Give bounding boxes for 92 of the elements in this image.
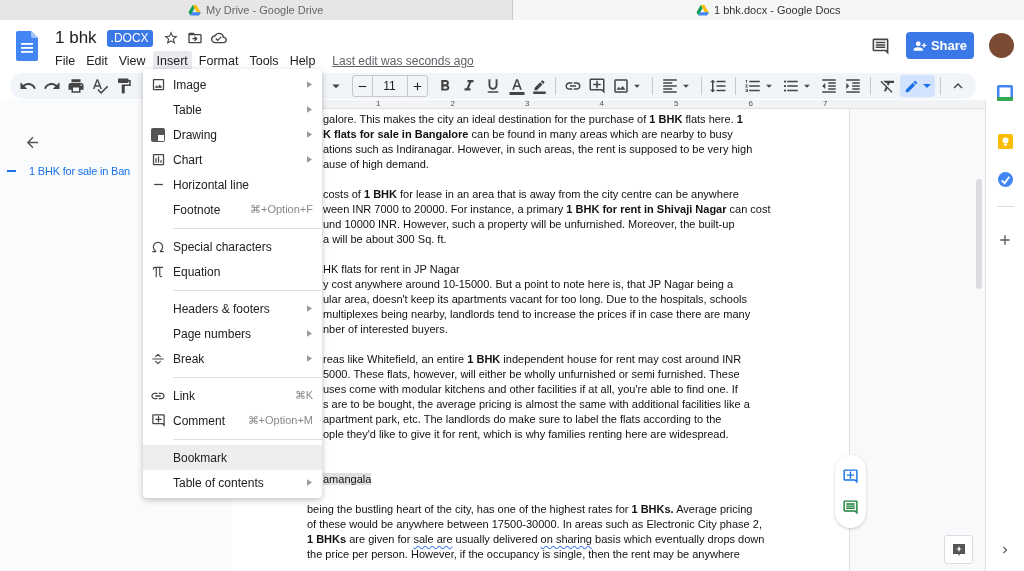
shortcut-label: ⌘K bbox=[294, 388, 313, 404]
body-text-line: s are to be bought, the average pricing is almost the same with additional facilities like a bbox=[323, 397, 750, 412]
caret-icon bbox=[923, 84, 932, 88]
body-text-line: ause of high demand. bbox=[323, 157, 429, 172]
menu-item[interactable]: Equation bbox=[143, 259, 322, 284]
body-text-line: nber of interested buyers. bbox=[323, 322, 448, 337]
drive-icon bbox=[695, 4, 709, 16]
calendar-icon[interactable] bbox=[997, 85, 1013, 101]
menu-bar-item[interactable]: View bbox=[114, 51, 150, 71]
browser-tab[interactable]: My Drive - Google Drive bbox=[0, 0, 513, 20]
menu-item[interactable]: Drawing bbox=[143, 122, 322, 147]
menu-item[interactable]: Comment ⌘+Option+M bbox=[143, 408, 322, 433]
body-text-line: of these would be anywhere between 17500-30000. In areas such as Electronic City phase 2, bbox=[307, 517, 762, 532]
omega-icon bbox=[151, 239, 165, 254]
ruler-number: 2 bbox=[450, 100, 456, 108]
body-text-line: being the bustling heart of the city, has one of the highest rates for 1 BHKs. Average pricing bbox=[307, 502, 753, 517]
suggest-edit-icon[interactable] bbox=[842, 498, 859, 516]
body-text-line: uses come with modular kitchens and other facilities if at all, you're able to find one. If bbox=[323, 382, 738, 397]
scrollbar[interactable] bbox=[976, 179, 982, 289]
body-text-line: 5000. These flats, however, will either be wholly unfurnished or semi furnished. These bbox=[323, 367, 740, 382]
check-icon[interactable] bbox=[997, 172, 1013, 187]
docs-logo-icon bbox=[16, 31, 38, 61]
ruler-number: 7 bbox=[823, 100, 829, 108]
body-text-line: costs of 1 BHK for lease in an area that is away from the city centre can be anywhere bbox=[323, 187, 739, 202]
add-comment-icon[interactable] bbox=[842, 467, 859, 485]
cloud-icon[interactable] bbox=[210, 30, 227, 46]
move-folder-icon[interactable] bbox=[186, 30, 203, 46]
share-button[interactable]: Share bbox=[906, 32, 974, 59]
page-break-icon bbox=[151, 351, 165, 366]
body-text-line: ople they'd like to give it for rent, which is why families renting here are widespread. bbox=[323, 427, 729, 442]
font-size-field[interactable]: 11 bbox=[372, 75, 407, 97]
menu-item[interactable]: Break bbox=[143, 346, 322, 371]
body-text-line: apartment park, etc. The landlords do make sure to label the flats according to the bbox=[323, 412, 722, 427]
add-comment-icon bbox=[150, 413, 166, 428]
menu-bar-item[interactable]: Help bbox=[285, 51, 320, 71]
outline-heading[interactable]: 1 BHK for sale in Ban bbox=[29, 162, 130, 180]
menu-bar-item[interactable]: File bbox=[51, 51, 80, 71]
body-text-line: 1 BHKs are given for sale are usually delivered on sharing basis which eventually drops down bbox=[307, 532, 765, 547]
body-text-line: ular area, doesn't keep its apartments vacant for too long. Due to the hospitals, schools bbox=[323, 292, 747, 307]
shortcut-label: ⌘+Option+M bbox=[247, 413, 313, 429]
ruler-number: 1 bbox=[376, 100, 382, 108]
body-text-line: K flats for sale in Bangalore can be found in many areas which are nearby to busy bbox=[323, 127, 733, 142]
menu-bar-item[interactable]: Format bbox=[194, 51, 243, 71]
menu-item[interactable]: Chart bbox=[143, 147, 322, 172]
sparkle-comment-icon bbox=[951, 542, 966, 557]
body-text-line: HK flats for rent in JP Nagar bbox=[323, 262, 460, 277]
body-text-line: ations such as Indiranagar. However, in such areas, the rent is supposed to be very high bbox=[323, 142, 753, 157]
menu-item[interactable]: Table bbox=[143, 97, 322, 122]
menu-item[interactable]: Bookmark bbox=[143, 445, 322, 470]
body-text-line: a will be about 300 Sq. ft. bbox=[323, 232, 447, 247]
ruler-number: 3 bbox=[525, 100, 531, 108]
last-edit-link[interactable]: Last edit was seconds ago bbox=[332, 52, 474, 70]
add-icon[interactable] bbox=[997, 232, 1013, 248]
drawing-icon bbox=[151, 127, 165, 142]
menu-item[interactable]: Page numbers bbox=[143, 321, 322, 346]
menu-item[interactable]: Footnote ⌘+Option+F bbox=[143, 197, 322, 222]
body-text-line: multiplexes being nearby, landlords tend to increase the prices if in case there are many bbox=[323, 307, 751, 322]
chart-icon bbox=[150, 152, 166, 167]
menu-bar-item[interactable]: Edit bbox=[82, 51, 112, 71]
menu-item[interactable]: Table of contents bbox=[143, 470, 322, 495]
drive-icon bbox=[188, 4, 202, 16]
explore-button[interactable] bbox=[944, 535, 973, 564]
star-icon[interactable] bbox=[162, 30, 179, 46]
image-icon bbox=[150, 77, 166, 92]
pi-icon bbox=[151, 264, 165, 279]
pencil-icon bbox=[904, 78, 920, 94]
browser-tab[interactable]: 1 bhk.docx - Google Docs bbox=[512, 0, 1024, 20]
menu-item[interactable]: Headers & footers bbox=[143, 296, 322, 321]
menu-bar-item[interactable]: Insert bbox=[152, 51, 192, 71]
avatar[interactable] bbox=[989, 33, 1014, 58]
menu-item[interactable]: Image bbox=[143, 72, 322, 97]
format-badge: .DOCX bbox=[106, 29, 153, 47]
ruler-number: 5 bbox=[674, 100, 680, 108]
person-icon bbox=[912, 38, 927, 53]
body-text-line: the price per person. However, if the occupancy is single, then the rent may be anywhere bbox=[307, 547, 740, 562]
document-title[interactable]: 1 bhk bbox=[55, 25, 97, 51]
body-text-line: ween INR 7000 to 20000. For instance, a primary 1 BHK for rent in Shivaji Nagar can cost bbox=[323, 202, 771, 217]
menu-item[interactable]: Special characters bbox=[143, 234, 322, 259]
body-text-line: y cost anywhere around 10-15000. But a point to note here is, that JP Nagar being a bbox=[323, 277, 734, 292]
ruler-number: 6 bbox=[748, 100, 754, 108]
menu-bar-item[interactable]: Tools bbox=[245, 51, 283, 71]
body-text-line: und 10000 INR. However, such a property will be unfurnished. Moreover, the built-up bbox=[323, 217, 735, 232]
editing-mode-button[interactable] bbox=[900, 75, 936, 97]
comments-icon[interactable] bbox=[871, 37, 890, 56]
menu-item[interactable]: Horizontal line bbox=[143, 172, 322, 197]
increase-font-button[interactable] bbox=[406, 75, 428, 97]
body-text-line: reas like Whitefield, an entire 1 BHK independent house for rent may cost around INR bbox=[323, 352, 742, 367]
body-text-line: galore. This makes the city an ideal destination for the purchase of 1 BHK flats here. 1 bbox=[323, 112, 743, 127]
ruler-number: 4 bbox=[599, 100, 605, 108]
back-icon[interactable] bbox=[24, 134, 41, 151]
shortcut-label: ⌘+Option+F bbox=[250, 202, 313, 218]
menu-item[interactable]: Link ⌘K bbox=[143, 383, 322, 408]
